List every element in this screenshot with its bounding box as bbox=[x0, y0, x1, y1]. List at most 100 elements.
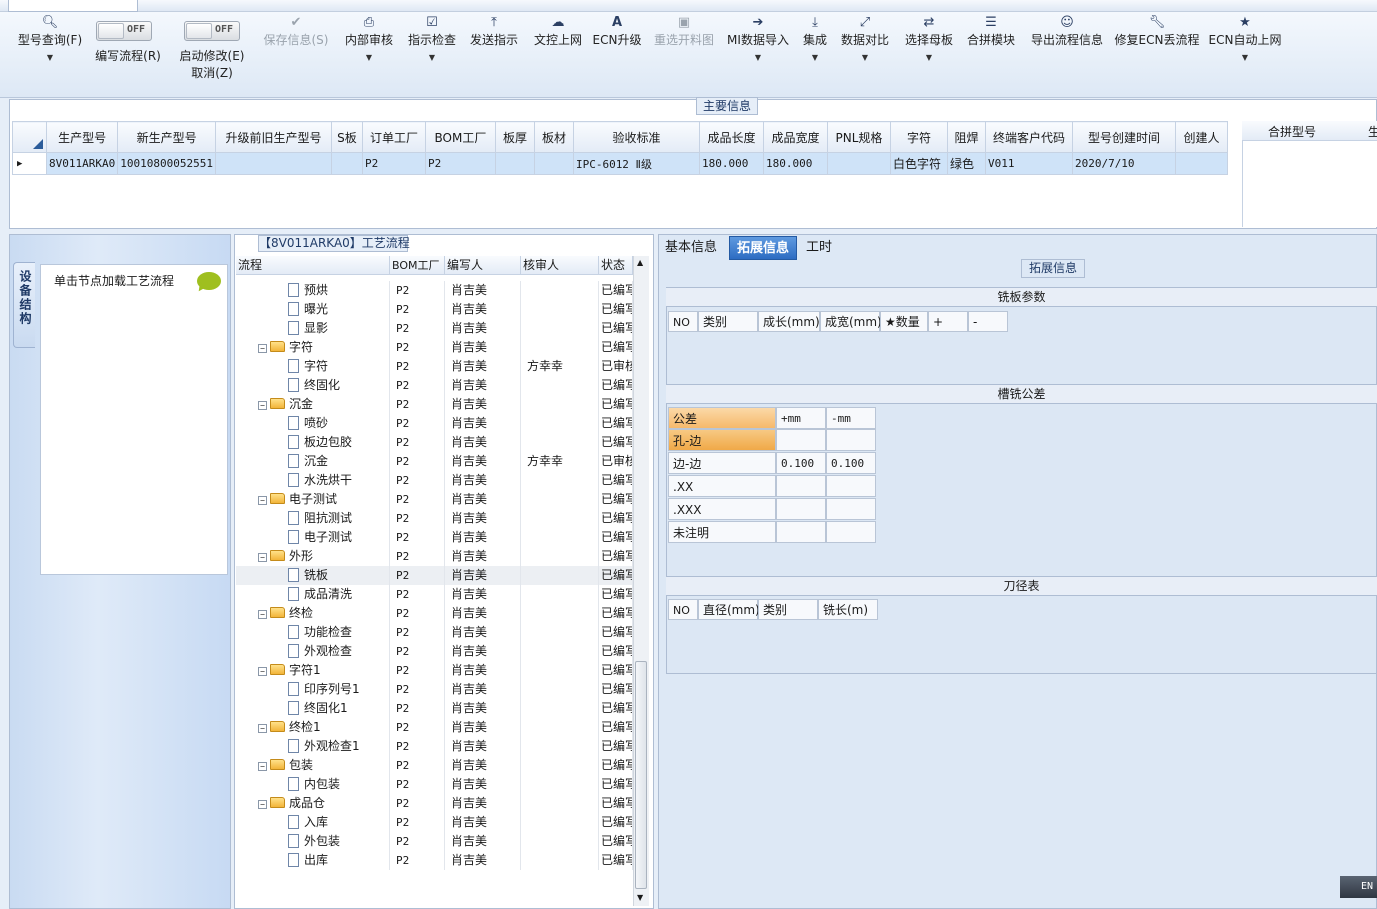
tree-cell-status[interactable]: 已编写 bbox=[599, 433, 633, 452]
table-cell[interactable]: V011 bbox=[984, 152, 1073, 175]
tree-node[interactable]: 字符 bbox=[236, 357, 390, 376]
tree-cell-bom[interactable]: P2 bbox=[390, 661, 445, 680]
tree-cell-reviewer[interactable] bbox=[521, 528, 599, 547]
tree-node[interactable]: 出库 bbox=[236, 851, 390, 870]
tree-node[interactable]: 入库 bbox=[236, 813, 390, 832]
instruction-check-button[interactable]: ☑ 指示检查 ▼ bbox=[404, 14, 460, 62]
table-cell[interactable] bbox=[494, 152, 535, 175]
tree-cell-writer[interactable]: 肖吉美 bbox=[445, 338, 521, 357]
tree-row[interactable]: 功能检查 P2肖吉美 已编写 bbox=[236, 623, 633, 642]
reselect-cutting-image-button[interactable]: ▣ 重选开料图 bbox=[652, 14, 716, 48]
tree-cell-bom[interactable]: P2 bbox=[390, 395, 445, 414]
tree-row[interactable]: 外观检查1 P2肖吉美 已编写 bbox=[236, 737, 633, 756]
tree-column-header[interactable]: 编写人 bbox=[445, 256, 521, 275]
tree-cell-bom[interactable]: P2 bbox=[390, 338, 445, 357]
scroll-up-icon[interactable]: ▲ bbox=[637, 258, 643, 267]
internal-review-button[interactable]: ⎙ 内部审核 ▼ bbox=[340, 14, 398, 62]
column-header[interactable]: 成品长度 bbox=[698, 121, 764, 153]
tree-cell-writer[interactable]: 肖吉美 bbox=[445, 604, 521, 623]
tree-cell-status[interactable]: 已编写 bbox=[599, 680, 633, 699]
tree-row[interactable]: 水洗烘干 P2肖吉美 已编写 bbox=[236, 471, 633, 490]
tree-cell-writer[interactable]: 肖吉美 bbox=[445, 509, 521, 528]
tree-cell-bom[interactable]: P2 bbox=[390, 680, 445, 699]
tree-cell-reviewer[interactable] bbox=[521, 813, 599, 832]
model-query-button[interactable]: 🔍︎ 型号查询(F) ▼ bbox=[14, 14, 86, 62]
tree-row[interactable]: 显影 P2肖吉美 已编写 bbox=[236, 319, 633, 338]
tree-cell-status[interactable]: 已审核 bbox=[599, 452, 633, 471]
tree-cell-bom[interactable]: P2 bbox=[390, 794, 445, 813]
start-modify-toggle[interactable]: OFF bbox=[184, 21, 240, 41]
tolerance-minus-field[interactable] bbox=[826, 521, 876, 543]
table-cell[interactable]: 绿色 bbox=[946, 152, 986, 175]
tree-cell-status[interactable]: 已编写 bbox=[599, 300, 633, 319]
column-header[interactable]: 型号创建时间 bbox=[1071, 121, 1176, 153]
tree-cell-reviewer[interactable]: 方幸幸 bbox=[521, 357, 599, 376]
tree-row[interactable]: 外包装 P2肖吉美 已编写 bbox=[236, 832, 633, 851]
collapse-icon[interactable]: − bbox=[258, 496, 267, 505]
tree-cell-writer[interactable]: 肖吉美 bbox=[445, 699, 521, 718]
tree-cell-writer[interactable]: 肖吉美 bbox=[445, 585, 521, 604]
tree-cell-bom[interactable]: P2 bbox=[390, 300, 445, 319]
tree-node[interactable]: 成品清洗 bbox=[236, 585, 390, 604]
tree-node[interactable]: − 成品仓 bbox=[236, 794, 390, 813]
tree-cell-status[interactable]: 已编写 bbox=[599, 585, 633, 604]
tree-cell-writer[interactable]: 肖吉美 bbox=[445, 680, 521, 699]
table-cell[interactable]: 白色字符 bbox=[889, 152, 948, 175]
tree-node[interactable]: 喷砂 bbox=[236, 414, 390, 433]
tree-cell-status[interactable]: 已编写 bbox=[599, 813, 633, 832]
tree-row[interactable]: 字符 P2肖吉美方幸幸已审核 bbox=[236, 357, 633, 376]
table-cell[interactable] bbox=[330, 152, 363, 175]
tree-cell-writer[interactable]: 肖吉美 bbox=[445, 737, 521, 756]
tree-row[interactable]: − 终检1 P2肖吉美 已编写 bbox=[236, 718, 633, 737]
tree-cell-reviewer[interactable] bbox=[521, 642, 599, 661]
tree-cell-status[interactable]: 已编写 bbox=[599, 661, 633, 680]
collapse-icon[interactable]: − bbox=[258, 610, 267, 619]
tree-cell-writer[interactable]: 肖吉美 bbox=[445, 471, 521, 490]
tolerance-plus-field[interactable] bbox=[776, 498, 826, 520]
tree-node[interactable]: − 终检1 bbox=[236, 718, 390, 737]
tree-cell-writer[interactable]: 肖吉美 bbox=[445, 300, 521, 319]
merge-model-column[interactable]: 合拼型号 bbox=[1268, 123, 1316, 140]
tree-row[interactable]: − 包装 P2肖吉美 已编写 bbox=[236, 756, 633, 775]
tree-node[interactable]: 水洗烘干 bbox=[236, 471, 390, 490]
integrate-button[interactable]: ⤓ 集成 ▼ bbox=[800, 14, 830, 62]
tree-cell-reviewer[interactable] bbox=[521, 395, 599, 414]
tree-node[interactable]: 铣板 bbox=[236, 566, 390, 585]
tree-column-header[interactable]: 状态 bbox=[599, 256, 633, 275]
tree-node[interactable]: 功能检查 bbox=[236, 623, 390, 642]
tree-cell-bom[interactable]: P2 bbox=[390, 756, 445, 775]
cancel-label[interactable]: 取消(Z) bbox=[174, 65, 250, 81]
tree-cell-status[interactable]: 已编写 bbox=[599, 832, 633, 851]
tolerance-minus-field[interactable] bbox=[826, 498, 876, 520]
tree-cell-status[interactable]: 已编写 bbox=[599, 566, 633, 585]
tab-work-hours[interactable]: 工时 bbox=[799, 236, 839, 260]
tree-cell-writer[interactable]: 肖吉美 bbox=[445, 357, 521, 376]
column-header[interactable]: 终端客户代码 bbox=[984, 121, 1073, 153]
tree-cell-status[interactable]: 已编写 bbox=[599, 718, 633, 737]
tab-basic-info[interactable]: 基本信息 bbox=[658, 236, 724, 260]
tree-cell-status[interactable]: 已编写 bbox=[599, 737, 633, 756]
tree-cell-bom[interactable]: P2 bbox=[390, 357, 445, 376]
tree-column-header[interactable]: BOM工厂 bbox=[390, 256, 445, 275]
column-header[interactable]: 板厚 bbox=[494, 121, 535, 153]
collapse-icon[interactable]: − bbox=[258, 724, 267, 733]
tree-cell-bom[interactable]: P2 bbox=[390, 281, 445, 300]
tree-cell-status[interactable]: 已编写 bbox=[599, 775, 633, 794]
send-instruction-button[interactable]: ⤒ 发送指示 bbox=[466, 14, 522, 48]
column-header[interactable]: 生产型号 bbox=[45, 121, 119, 153]
select-motherboard-button[interactable]: ⇄ 选择母板 ▼ bbox=[902, 14, 956, 62]
tree-node[interactable]: − 外形 bbox=[236, 547, 390, 566]
tree-cell-reviewer[interactable] bbox=[521, 433, 599, 452]
tree-row[interactable]: − 终检 P2肖吉美 已编写 bbox=[236, 604, 633, 623]
tree-node[interactable]: 内包装 bbox=[236, 775, 390, 794]
tree-node[interactable]: − 包装 bbox=[236, 756, 390, 775]
tree-cell-reviewer[interactable] bbox=[521, 300, 599, 319]
tree-node[interactable]: 终固化1 bbox=[236, 699, 390, 718]
tree-cell-status[interactable]: 已编写 bbox=[599, 756, 633, 775]
tree-row[interactable]: 喷砂 P2肖吉美 已编写 bbox=[236, 414, 633, 433]
column-header[interactable]: 阻焊 bbox=[946, 121, 986, 153]
tree-cell-status[interactable]: 已编写 bbox=[599, 604, 633, 623]
tree-cell-bom[interactable]: P2 bbox=[390, 528, 445, 547]
tree-cell-bom[interactable]: P2 bbox=[390, 737, 445, 756]
tree-row[interactable]: 出库 P2肖吉美 已编写 bbox=[236, 851, 633, 870]
